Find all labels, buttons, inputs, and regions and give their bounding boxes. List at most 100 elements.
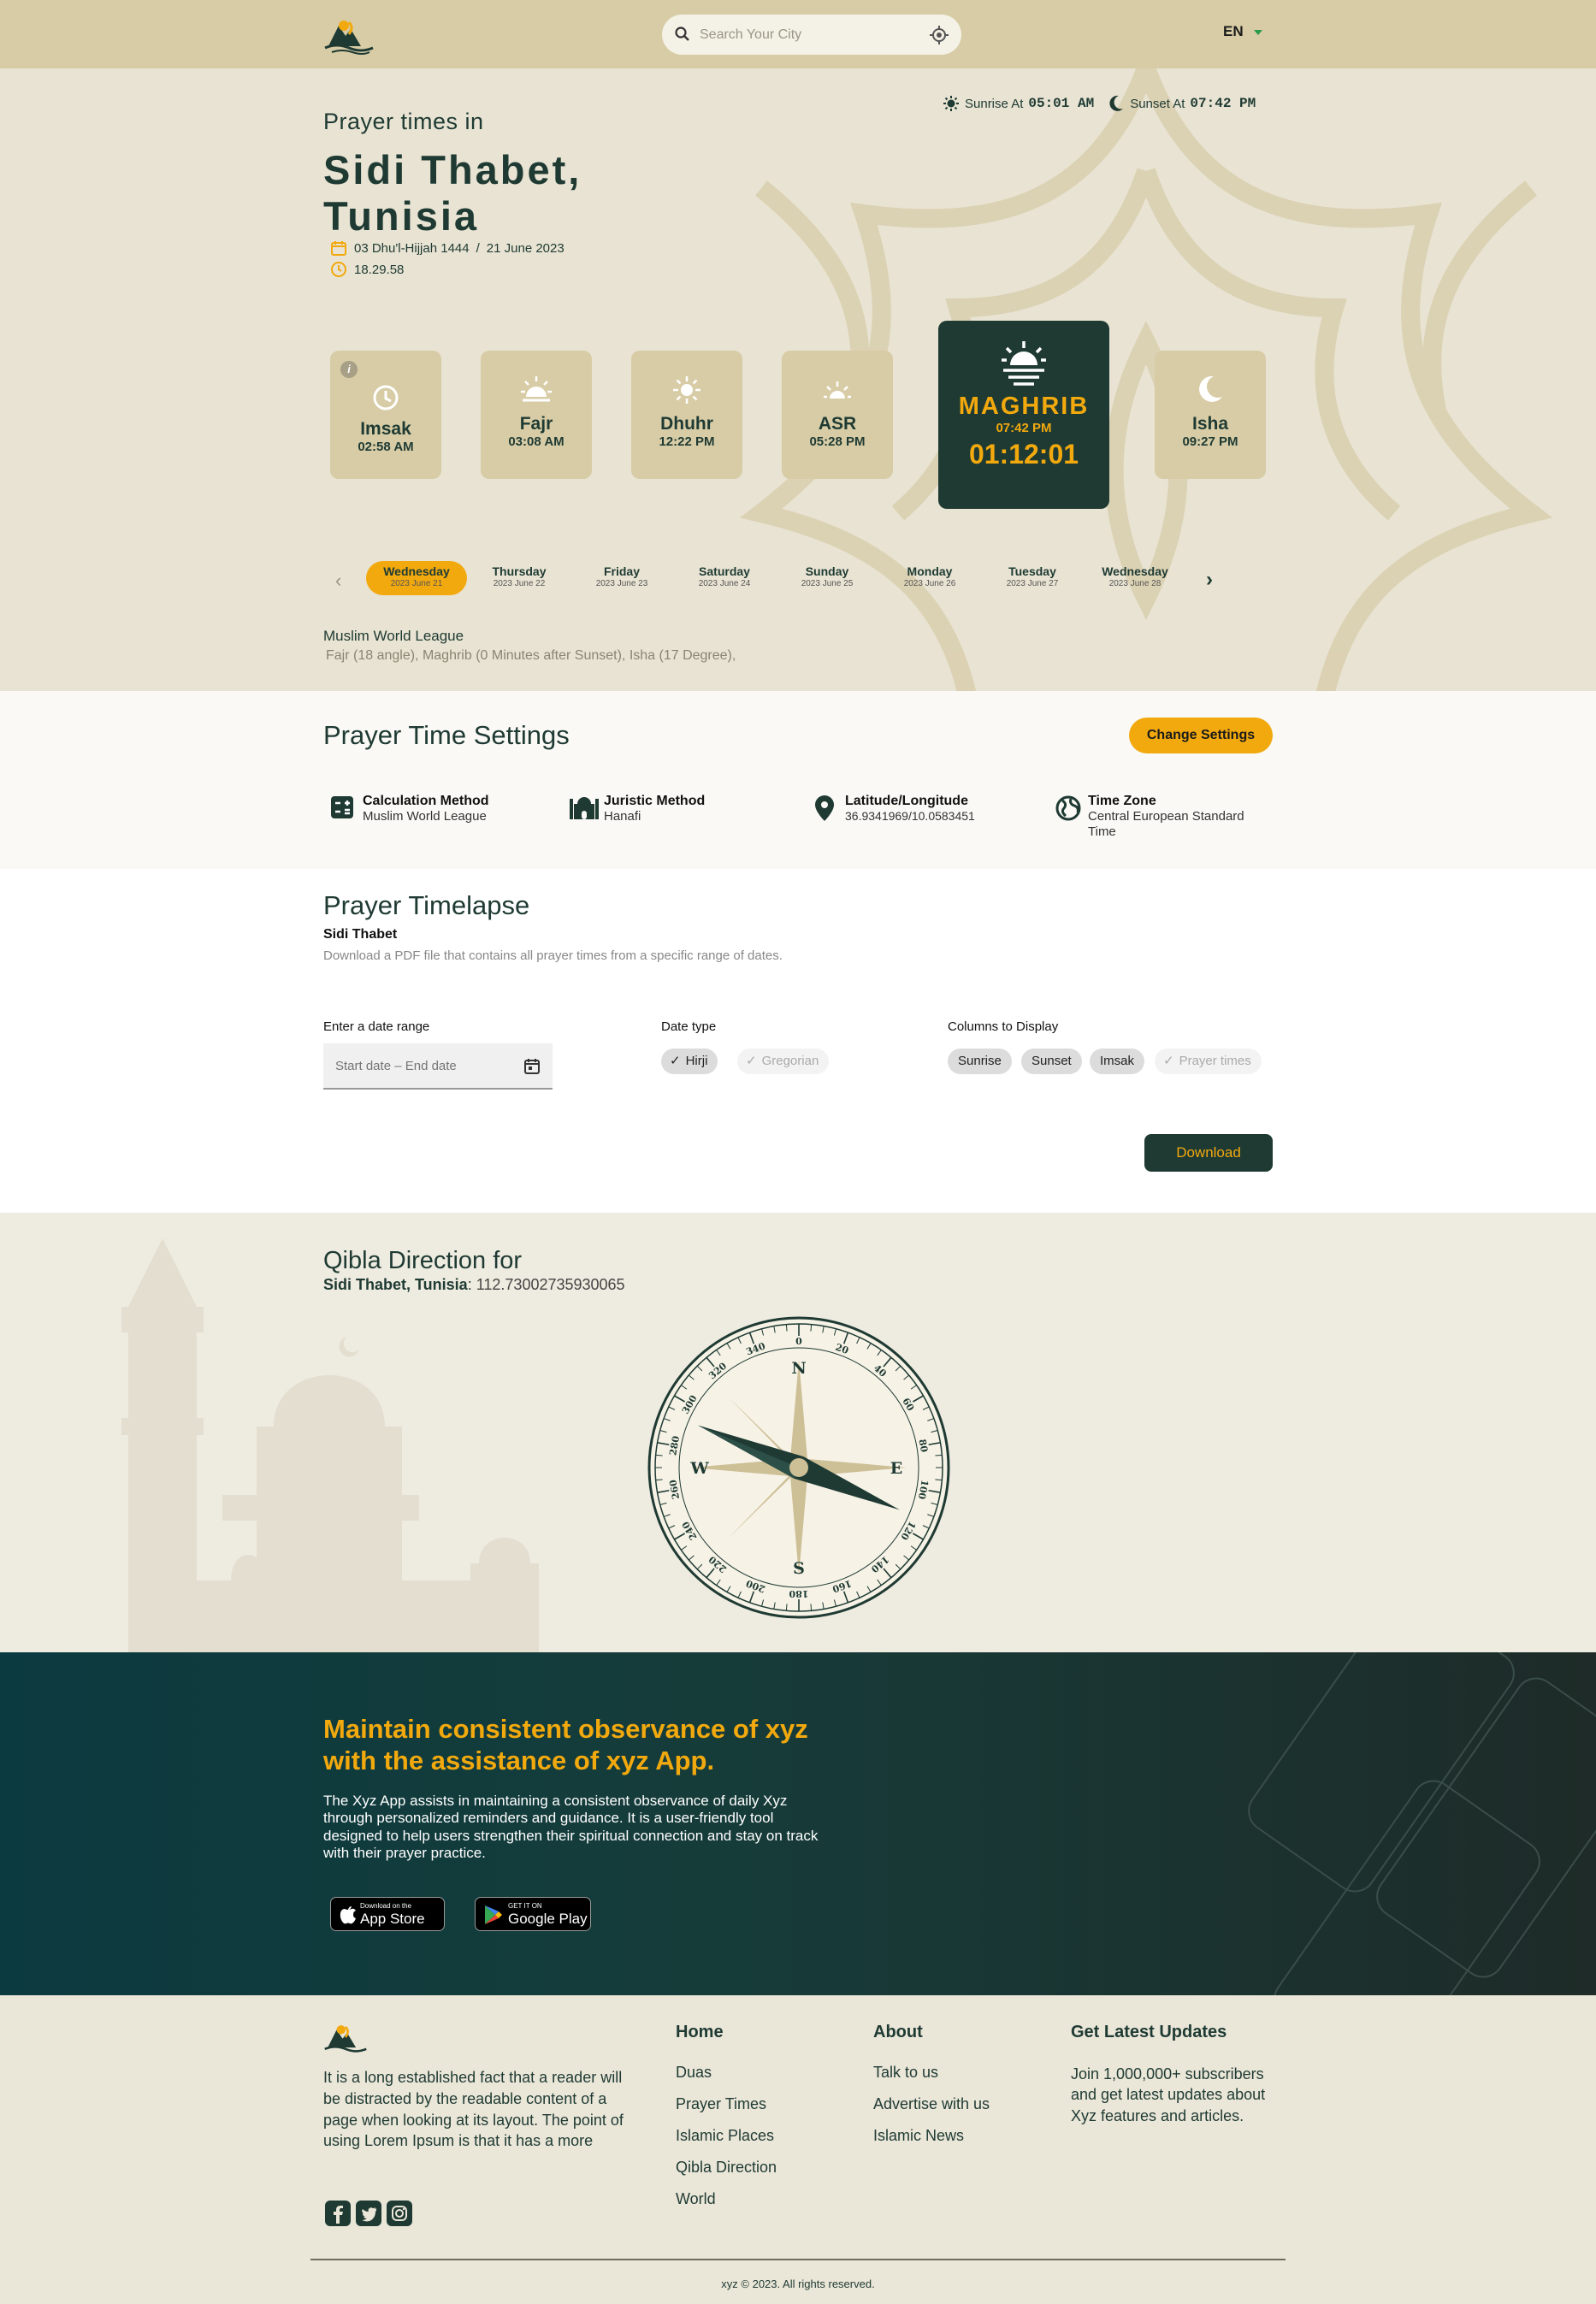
prayer-card-asr[interactable]: ASR 05:28 PM [782,351,893,479]
clock-small-icon [331,262,346,277]
date-range-input[interactable] [323,1043,553,1090]
prayer-time: 09:27 PM [1182,434,1238,449]
day-item[interactable]: Monday 2023 June 26 [879,561,980,595]
phones-illustration-icon [1248,1652,1596,1995]
footer-about-heading[interactable]: About [873,2023,923,2042]
footer-updates-heading: Get Latest Updates [1071,2023,1227,2041]
qibla-subtitle: Sidi Thabet, Tunisia: 112.73002735930065 [323,1276,625,1294]
chip-sunset[interactable]: Sunset [1021,1049,1082,1074]
method-details: Fajr (18 angle), Maghrib (0 Minutes afte… [326,648,736,663]
chevron-right-icon[interactable]: › [1206,568,1213,592]
city-search[interactable] [662,15,961,55]
compass-degree-label: 80 [917,1439,931,1454]
setting-label: Juristic Method [604,794,706,808]
app-store-button[interactable]: Download on the App Store [330,1897,445,1931]
prayer-card-fajr[interactable]: Fajr 03:08 AM [481,351,592,479]
chip-label: Sunrise [958,1054,1002,1068]
footer-link-talk-to-us[interactable]: Talk to us [873,2064,938,2082]
footer-link-duas[interactable]: Duas [676,2064,712,2082]
footer-link-islamic-places[interactable]: Islamic Places [676,2127,774,2145]
chip-label: Gregorian [761,1054,819,1068]
compass-tick [810,1324,813,1332]
setting-value: Muslim World League [363,809,487,824]
day-item[interactable]: Sunday 2023 June 25 [777,561,878,595]
search-input[interactable] [700,15,922,55]
twitter-icon[interactable] [356,2201,381,2226]
search-icon [675,27,689,41]
day-name: Tuesday [1008,564,1056,578]
footer-logo-icon[interactable] [323,2019,368,2055]
google-play-button[interactable]: GET IT ON Google Play [475,1897,591,1931]
prayer-card-imsak[interactable]: i Imsak 02:58 AM [330,351,441,479]
footer-link-qibla-direction[interactable]: Qibla Direction [676,2159,777,2177]
chip-sunrise[interactable]: Sunrise [948,1049,1012,1074]
setting-value: Central European Standard Time [1088,809,1244,839]
compass-north: N [791,1359,806,1378]
language-label: EN [1223,23,1244,39]
prayer-time: 12:22 PM [659,434,715,449]
chip-gregorian[interactable]: ✓ Gregorian [737,1049,830,1074]
chip-imsak[interactable]: Imsak [1090,1049,1145,1074]
prayer-name: Dhuhr [660,414,713,434]
day-name: Thursday [492,564,547,578]
day-date: 2023 June 24 [698,579,751,588]
app-promo-banner: Maintain consistent observance of xyz wi… [0,1652,1596,1995]
check-icon: ✓ [670,1054,681,1068]
locate-me-icon[interactable] [929,25,949,45]
calendar-icon [331,241,346,256]
hero-subtitle: Prayer times in [323,109,484,134]
sunrise-time: 05:01 AM [1028,96,1095,111]
sun-times: Sunrise At 05:01 AM Sunset At 07:42 PM [943,94,1256,113]
facebook-icon[interactable] [325,2201,351,2226]
footer-updates-text: Join 1,000,000+ subscribers and get late… [1071,2065,1266,2124]
instagram-icon[interactable] [387,2201,412,2226]
prayer-name: MAGHRIB [958,393,1090,420]
chip-label: Prayer times [1179,1054,1251,1068]
qibla-separator: : [467,1276,472,1293]
footer-link-world[interactable]: World [676,2190,716,2208]
footer-link-advertise[interactable]: Advertise with us [873,2095,990,2113]
qibla-section: Qibla Direction for Sidi Thabet, Tunisia… [0,1213,1596,1652]
download-button[interactable]: Download [1144,1134,1273,1172]
day-item[interactable]: Saturday 2023 June 24 [674,561,775,595]
mosque-icon [570,797,599,819]
calendar-picker-icon[interactable] [523,1058,541,1075]
method-name: Muslim World League [323,628,464,644]
chip-label: Sunset [1031,1054,1072,1068]
prayer-card-dhuhr[interactable]: Dhuhr 12:22 PM [631,351,742,479]
prayer-settings-section: Prayer Time Settings Change Settings Cal… [0,691,1596,869]
day-item[interactable]: Thursday 2023 June 22 [469,561,570,595]
footer-about-text: It is a long established fact that a rea… [323,2069,624,2150]
day-item[interactable]: Wednesday 2023 June 21 [366,561,467,595]
footer-link-islamic-news[interactable]: Islamic News [873,2127,964,2145]
setting-value: Hanafi [604,809,641,824]
chip-hijri[interactable]: ✓ Hirji [661,1049,718,1074]
sunset-icon [1002,341,1046,386]
prayer-card-maghrib-active[interactable]: MAGHRIB 07:42 PM 01:12:01 [938,321,1109,509]
chevron-left-icon[interactable]: ‹ [335,570,341,592]
change-settings-button[interactable]: Change Settings [1129,718,1273,753]
footer-home-heading[interactable]: Home [676,2023,724,2042]
copyright: xyz © 2023. All rights reserved. [721,2277,875,2290]
setting-label: Calculation Method [363,794,489,808]
prayer-card-isha[interactable]: Isha 09:27 PM [1155,351,1266,479]
logo-mark-icon [324,21,374,55]
googleplay-big-text: Google Play [508,1911,588,1927]
day-item[interactable]: Friday 2023 June 23 [571,561,672,595]
footer-link-prayer-times[interactable]: Prayer Times [676,2095,766,2113]
clock-icon [373,385,399,411]
date-separator: / [476,240,480,256]
info-icon[interactable]: i [340,361,358,378]
compass-tick [935,1454,943,1456]
day-item[interactable]: Tuesday 2023 June 27 [982,561,1083,595]
language-selector[interactable]: EN [1223,23,1263,40]
appstore-small-text: Download on the [360,1902,412,1910]
site-logo[interactable] [323,14,375,55]
chip-prayer-times[interactable]: ✓ Prayer times [1155,1049,1262,1074]
timelapse-description: Download a PDF file that contains all pr… [323,948,783,963]
qibla-city: Sidi Thabet, Tunisia [323,1276,468,1293]
day-item[interactable]: Wednesday 2023 June 28 [1085,561,1185,595]
setting-lat-long: Latitude/Longitude 36.9341969/10.0583451 [814,794,975,824]
date-range-field[interactable] [335,1043,515,1088]
setting-juristic-method: Juristic Method Hanafi [570,794,705,824]
